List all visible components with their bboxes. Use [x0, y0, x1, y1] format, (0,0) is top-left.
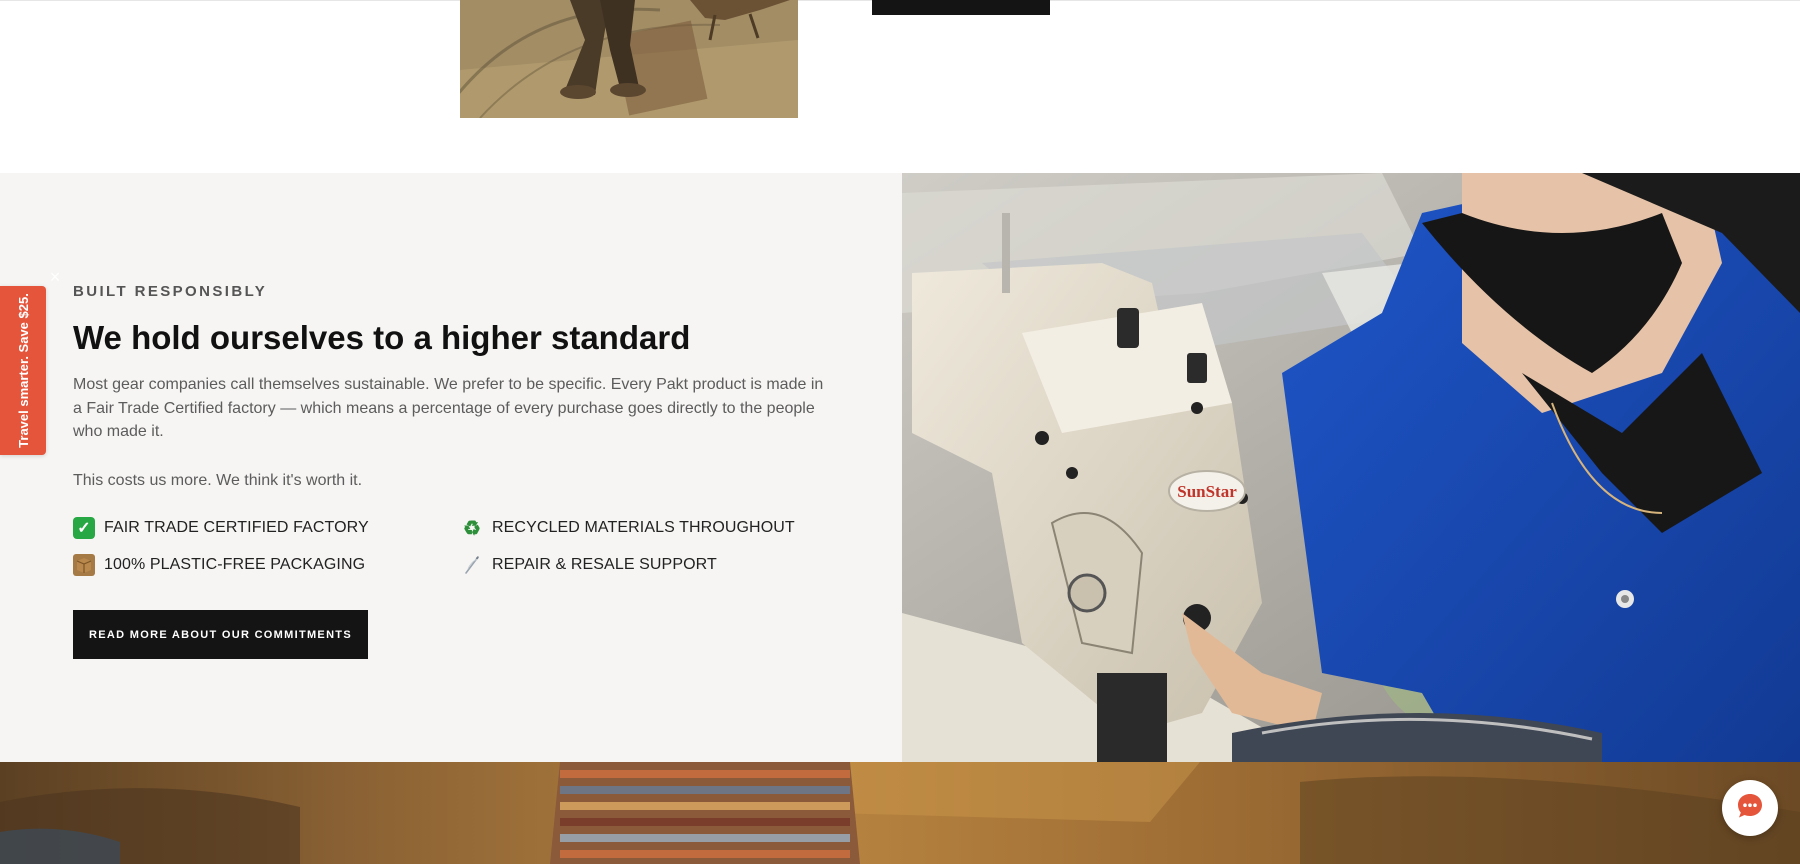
feature-repair-resale: REPAIR & RESALE SUPPORT	[461, 554, 717, 576]
commitments-text-column: BUILT RESPONSIBLY We hold ourselves to a…	[73, 173, 833, 762]
package-icon	[73, 554, 95, 576]
promo-close-icon[interactable]: ×	[46, 268, 64, 286]
section-eyebrow: BUILT RESPONSIBLY	[73, 283, 268, 300]
needle-icon	[461, 554, 483, 576]
feature-label: RECYCLED MATERIALS THROUGHOUT	[492, 519, 795, 536]
feature-fair-trade: ✓ FAIR TRADE CERTIFIED FACTORY	[73, 517, 369, 539]
feature-label: REPAIR & RESALE SUPPORT	[492, 556, 717, 573]
recycle-icon: ♻	[463, 517, 481, 540]
promo-side-tab[interactable]: Travel smarter. Save $25.	[0, 286, 46, 455]
machine-brand-label: SunStar	[1177, 482, 1237, 501]
check-mark-icon: ✓	[73, 517, 95, 539]
next-section-photo	[0, 762, 1800, 864]
section-body-paragraph-2: This costs us more. We think it's worth …	[73, 472, 363, 489]
feature-recycled-materials: ♻ RECYCLED MATERIALS THROUGHOUT	[461, 517, 795, 540]
chat-bubble-icon	[1735, 791, 1765, 826]
read-commitments-button[interactable]: READ MORE ABOUT OUR COMMITMENTS	[73, 610, 368, 659]
built-responsibly-section: BUILT RESPONSIBLY We hold ourselves to a…	[0, 173, 1800, 762]
feature-plastic-free-packaging: 100% PLASTIC-FREE PACKAGING	[73, 554, 365, 576]
commitment-features-list: ✓ FAIR TRADE CERTIFIED FACTORY ♻ RECYCLE…	[73, 517, 833, 587]
feature-label: 100% PLASTIC-FREE PACKAGING	[104, 556, 366, 573]
previous-section-photo	[460, 0, 798, 118]
section-body-paragraph: Most gear companies call themselves sust…	[73, 376, 824, 440]
feature-label: FAIR TRADE CERTIFIED FACTORY	[104, 519, 369, 536]
previous-section-button[interactable]	[872, 0, 1050, 15]
factory-worker-photo: SunStar	[902, 173, 1800, 762]
section-heading: We hold ourselves to a higher standard	[73, 319, 691, 356]
chat-launcher-button[interactable]	[1722, 780, 1778, 836]
promo-tab-label: Travel smarter. Save $25.	[15, 293, 31, 448]
